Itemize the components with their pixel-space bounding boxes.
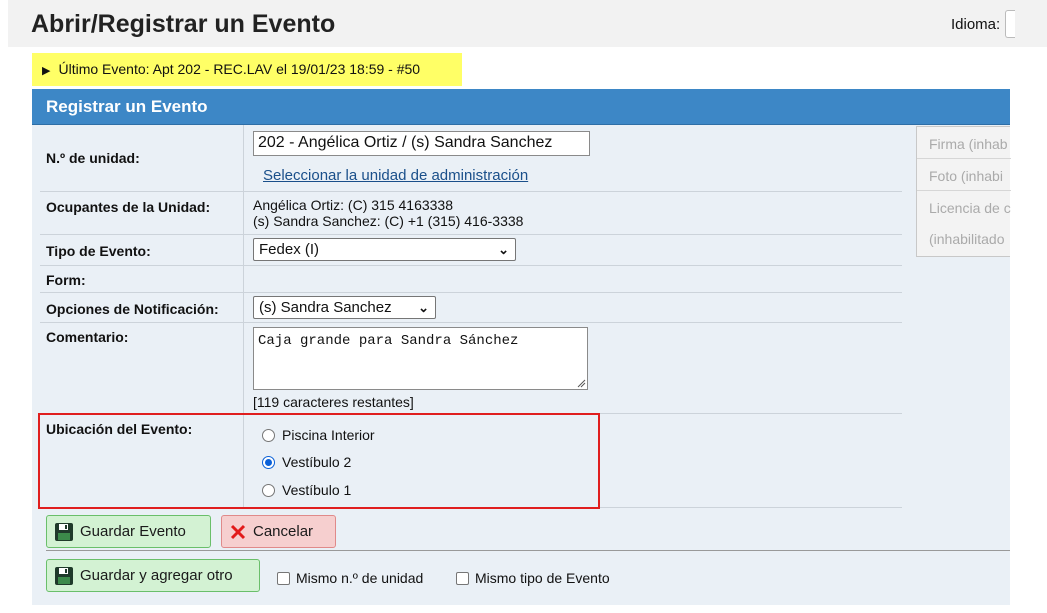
photo-disabled: Foto (inhabi xyxy=(929,168,1003,184)
resize-grip-icon[interactable] xyxy=(576,378,586,388)
unit-row: N.º de unidad: 202 - Angélica Ortiz / (s… xyxy=(40,125,902,192)
chevron-down-icon: ⌄ xyxy=(418,300,429,315)
chevron-down-icon: ⌄ xyxy=(498,242,509,257)
occupant-line: (s) Sandra Sanchez: (C) +1 (315) 416-333… xyxy=(253,213,524,229)
occupants-row: Ocupantes de la Unidad: Angélica Ortiz: … xyxy=(40,192,902,235)
notification-row: Opciones de Notificación: (s) Sandra San… xyxy=(40,293,902,323)
occupants-label: Ocupantes de la Unidad: xyxy=(46,199,211,215)
unit-label: N.º de unidad: xyxy=(46,150,140,166)
notification-value: (s) Sandra Sanchez xyxy=(259,299,392,316)
close-icon xyxy=(230,524,246,539)
notification-select[interactable]: (s) Sandra Sanchez ⌄ xyxy=(253,296,436,319)
event-type-value: Fedex (I) xyxy=(259,241,320,258)
divider xyxy=(917,158,1011,159)
notification-label: Opciones de Notificación: xyxy=(46,301,219,317)
event-type-label: Tipo de Evento: xyxy=(46,243,151,259)
same-type-option[interactable]: Mismo tipo de Evento xyxy=(456,570,610,586)
language-label: Idioma: xyxy=(951,16,1001,33)
same-type-checkbox[interactable] xyxy=(456,571,469,585)
form-row: Form: xyxy=(40,266,902,293)
same-unit-label: Mismo n.º de unidad xyxy=(296,570,424,586)
annotation-highlight-box xyxy=(38,413,600,509)
divider xyxy=(917,190,1011,191)
comment-text: Caja grande para Sandra Sánchez xyxy=(258,333,519,349)
signature-disabled: Firma (inhab xyxy=(929,136,1008,152)
comment-textarea[interactable]: Caja grande para Sandra Sánchez xyxy=(253,327,588,390)
event-type-row: Tipo de Evento: Fedex (I) ⌄ xyxy=(40,235,902,266)
occupants-list: Angélica Ortiz: (C) 315 4163338 (s) Sand… xyxy=(253,197,523,229)
comment-row: Comentario: Caja grande para Sandra Sánc… xyxy=(40,323,902,414)
save-and-add-label: Guardar y agregar otro xyxy=(80,567,233,584)
attachments-panel: Firma (inhab Foto (inhabi Licencia de c … xyxy=(916,126,1011,257)
select-admin-unit-link[interactable]: Seleccionar la unidad de administración xyxy=(263,167,528,184)
cancel-button[interactable]: Cancelar xyxy=(221,515,336,548)
save-and-add-button[interactable]: Guardar y agregar otro xyxy=(46,559,260,592)
save-event-label: Guardar Evento xyxy=(80,523,186,540)
panel-header: Registrar un Evento xyxy=(32,89,1010,125)
expand-triangle-icon[interactable]: ▶ xyxy=(42,65,50,77)
last-event-text: Último Evento: Apt 202 - REC.LAV el 19/0… xyxy=(58,61,421,77)
same-unit-checkbox[interactable] xyxy=(277,571,290,585)
comment-label: Comentario: xyxy=(46,329,129,345)
same-type-label: Mismo tipo de Evento xyxy=(475,570,610,586)
register-event-panel: Registrar un Evento N.º de unidad: 202 -… xyxy=(32,89,1011,605)
floppy-disk-icon xyxy=(55,522,73,541)
license-disabled-line1: Licencia de c xyxy=(929,200,1011,216)
unit-input[interactable]: 202 - Angélica Ortiz / (s) Sandra Sanche… xyxy=(253,131,590,156)
same-unit-option[interactable]: Mismo n.º de unidad xyxy=(277,570,423,586)
last-event-banner[interactable]: ▶ Último Evento: Apt 202 - REC.LAV el 19/… xyxy=(32,53,462,86)
license-disabled-line2: (inhabilitado xyxy=(929,231,1005,247)
floppy-disk-icon xyxy=(55,566,73,585)
page-title: Abrir/Registrar un Evento xyxy=(31,10,336,38)
language-select[interactable] xyxy=(1005,10,1015,38)
event-type-select[interactable]: Fedex (I) ⌄ xyxy=(253,238,516,261)
save-event-button[interactable]: Guardar Evento xyxy=(46,515,211,548)
cancel-label: Cancelar xyxy=(253,523,314,540)
chars-remaining: [119 caracteres restantes] xyxy=(253,394,414,410)
form-label: Form: xyxy=(46,272,86,288)
occupant-line: Angélica Ortiz: (C) 315 4163338 xyxy=(253,197,453,213)
divider xyxy=(46,550,1010,551)
